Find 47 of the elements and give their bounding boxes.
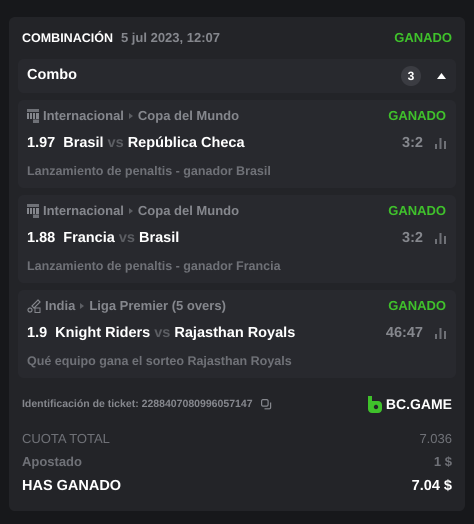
bet-date: 5 jul 2023, 12:07 [120,29,220,48]
copy-icon[interactable] [260,399,272,410]
market-label: Qué equipo gana el sorteo Rajasthan Royals [27,353,293,370]
league-name: Copa del Mundo [138,202,240,220]
score: 3:2 [402,134,423,152]
home-team: Knight Riders [55,324,150,342]
stats-icon[interactable] [435,232,446,244]
stats-icon[interactable] [435,328,446,339]
market-label: Lanzamiento de penaltis - ganador Francia [27,258,282,276]
home-team: Francia [63,228,115,248]
total-label: Apostado [22,452,82,471]
away-team: Brasil [138,228,180,248]
league-name: Liga Premier (5 overs) [89,297,226,315]
ticket-id: Identificación de ticket: 2288407080996057147 [22,396,253,412]
country-name: India [45,297,76,315]
total-value: 7.04 $ [412,477,452,496]
total-value: 7.036 [419,430,452,448]
away-team: República Checa [128,134,245,152]
leg-status: GANADO [388,297,446,315]
leg-status: GANADO [388,202,446,220]
score: 3:2 [402,228,423,248]
score: 46:47 [386,324,423,342]
league-name: Copa del Mundo [138,107,240,125]
combo-header[interactable]: Combo 3 [18,59,456,93]
odds-value: 1.9 [27,324,48,342]
combo-label: Combo [27,66,77,86]
brand-name: BC.GAME [386,395,452,414]
bet-status: GANADO [394,29,452,48]
leg-status: GANADO [388,107,446,125]
cricket-icon [27,298,41,313]
leg-count: 3 [401,66,421,86]
odds-value: 1.88 [27,228,56,248]
chevron-icon [80,302,84,309]
home-team: Brasil [63,134,104,152]
stats-icon[interactable] [435,138,446,149]
country-name: Internacional [43,202,124,220]
total-label: HAS GANADO [22,477,122,496]
away-team: Rajasthan Royals [174,324,296,342]
market-label: Lanzamiento de penaltis - ganador Brasil [27,163,272,180]
total-value: 1 $ [434,452,452,471]
country-name: Internacional [43,107,124,125]
bet-type: COMBINACIÓN [22,30,113,48]
logo-icon [368,396,382,413]
chevron-icon [128,208,133,214]
odds-value: 1.97 [27,134,56,152]
chevron-icon [128,112,133,119]
total-label: CUOTA TOTAL [22,430,110,448]
